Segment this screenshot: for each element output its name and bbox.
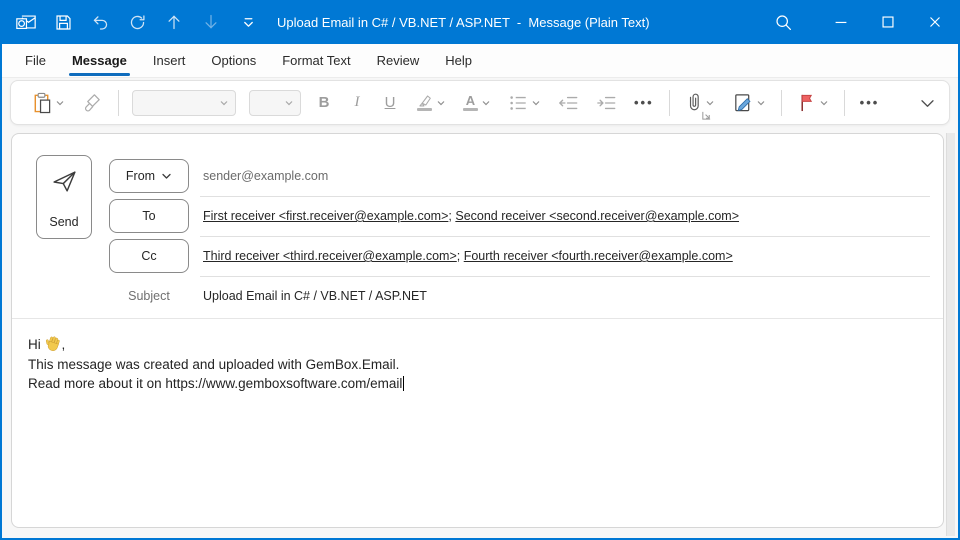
format-painter-icon xyxy=(80,87,105,119)
window-controls xyxy=(760,0,958,44)
italic-button: I xyxy=(347,87,367,119)
collapse-ribbon-icon[interactable] xyxy=(918,87,937,119)
decrease-indent-icon xyxy=(556,87,581,119)
vertical-scrollbar[interactable] xyxy=(946,133,955,536)
to-field[interactable]: First receiver <first.receiver@example.c… xyxy=(203,209,923,223)
field-underline xyxy=(200,276,930,277)
send-button[interactable]: Send xyxy=(36,155,92,239)
to-button[interactable]: To xyxy=(109,199,189,233)
recipient-link[interactable]: Second receiver <second.receiver@example… xyxy=(455,209,739,223)
bold-button: B xyxy=(314,87,334,119)
text-highlight-button xyxy=(413,87,448,119)
quick-access-toolbar xyxy=(2,10,259,34)
increase-indent-icon xyxy=(594,87,619,119)
header-body-divider xyxy=(12,318,943,319)
recipient-link[interactable]: Fourth receiver <fourth.receiver@example… xyxy=(464,249,733,263)
from-field[interactable]: sender@example.com xyxy=(203,169,923,183)
tab-file[interactable]: File xyxy=(12,44,59,78)
waving-hand-emoji-icon xyxy=(45,335,62,352)
subject-label: Subject xyxy=(109,289,189,303)
field-underline xyxy=(200,196,930,197)
ribbon-tabs: File Message Insert Options Format Text … xyxy=(2,44,958,78)
follow-up-flag-button[interactable] xyxy=(795,87,831,119)
body-line-greeting: Hi , xyxy=(28,335,923,355)
underline-button: U xyxy=(380,87,400,119)
tab-options[interactable]: Options xyxy=(198,44,269,78)
ribbon-divider xyxy=(669,90,670,116)
more-paragraph-options-button[interactable]: ••• xyxy=(632,87,656,119)
recipient-link[interactable]: First receiver <first.receiver@example.c… xyxy=(203,209,448,223)
minimize-button[interactable] xyxy=(817,0,864,44)
cc-button[interactable]: Cc xyxy=(109,239,189,273)
ribbon-toolbar: B I U A xyxy=(10,80,950,125)
cc-field[interactable]: Third receiver <third.receiver@example.c… xyxy=(203,249,923,263)
customize-quick-access-icon[interactable] xyxy=(237,10,259,34)
signature-button[interactable] xyxy=(730,87,768,119)
titlebar: Upload Email in C# / VB.NET / ASP.NET - … xyxy=(2,0,958,44)
move-down-icon xyxy=(200,10,222,34)
move-up-icon[interactable] xyxy=(163,10,185,34)
send-label: Send xyxy=(49,215,78,229)
search-icon[interactable] xyxy=(760,0,807,44)
body-line-2: This message was created and uploaded wi… xyxy=(28,355,923,375)
message-panel: Send From To Cc Subject sender@example.c… xyxy=(11,133,944,528)
paste-button[interactable] xyxy=(29,87,67,119)
tab-help[interactable]: Help xyxy=(432,44,485,78)
tab-format-text[interactable]: Format Text xyxy=(269,44,363,78)
more-commands-button[interactable]: ••• xyxy=(858,87,882,119)
close-button[interactable] xyxy=(911,0,958,44)
message-window: Upload Email in C# / VB.NET / ASP.NET - … xyxy=(0,0,960,540)
undo-icon[interactable] xyxy=(89,10,111,34)
maximize-button[interactable] xyxy=(864,0,911,44)
font-name-select xyxy=(132,90,236,116)
field-underline xyxy=(200,236,930,237)
font-size-select xyxy=(249,90,301,116)
body-line-3: Read more about it on https://www.gembox… xyxy=(28,374,923,394)
ribbon-divider xyxy=(844,90,845,116)
recipient-link[interactable]: Third receiver <third.receiver@example.c… xyxy=(203,249,457,263)
bullets-button xyxy=(506,87,543,119)
message-body-editor[interactable]: Hi , This message was created and upload… xyxy=(28,335,923,394)
send-plane-icon xyxy=(51,168,78,195)
ribbon-divider xyxy=(118,90,119,116)
save-icon[interactable] xyxy=(52,10,74,34)
chevron-down-icon xyxy=(161,171,172,182)
paragraph-dialog-launcher-icon[interactable] xyxy=(701,108,712,126)
subject-field[interactable]: Upload Email in C# / VB.NET / ASP.NET xyxy=(203,289,923,303)
outlook-app-icon xyxy=(15,10,37,34)
font-color-button: A xyxy=(461,87,493,119)
from-button[interactable]: From xyxy=(109,159,189,193)
text-cursor xyxy=(403,376,404,391)
window-title: Upload Email in C# / VB.NET / ASP.NET - … xyxy=(277,15,650,30)
tab-insert[interactable]: Insert xyxy=(140,44,199,78)
tab-message[interactable]: Message xyxy=(59,44,140,78)
ribbon-divider xyxy=(781,90,782,116)
redo-icon[interactable] xyxy=(126,10,148,34)
tab-review[interactable]: Review xyxy=(364,44,433,78)
